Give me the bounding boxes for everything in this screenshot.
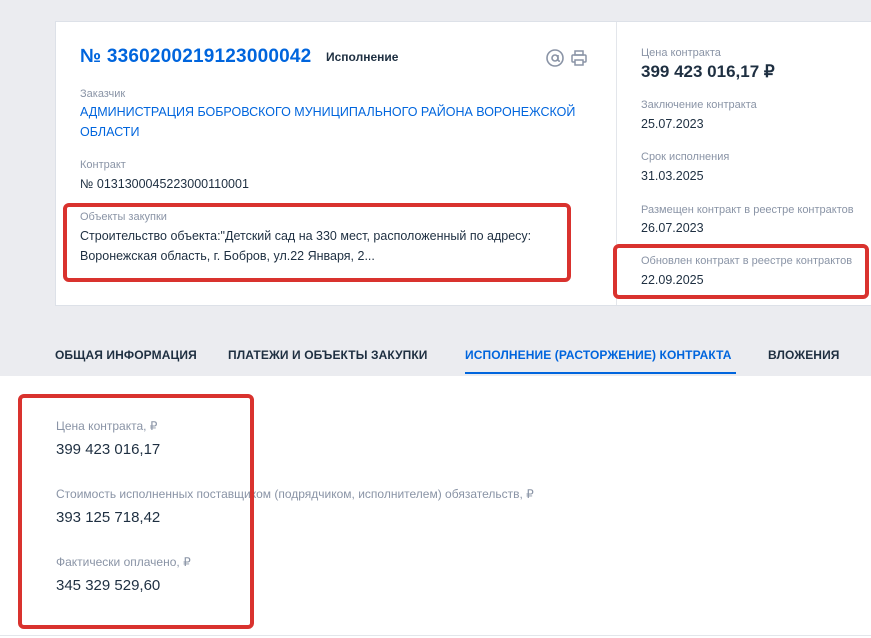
customer-link-line1[interactable]: АДМИНИСТРАЦИЯ БОБРОВСКОГО МУНИЦИПАЛЬНОГО…: [80, 102, 575, 122]
highlight-execution: [18, 394, 254, 629]
tab-execution[interactable]: ИСПОЛНЕНИЕ (РАСТОРЖЕНИЕ) КОНТРАКТА: [465, 348, 732, 362]
status-badge: Исполнение: [326, 50, 399, 64]
tab-payments-objects[interactable]: ПЛАТЕЖИ И ОБЪЕКТЫ ЗАКУПКИ: [228, 348, 428, 362]
conclusion-value: 25.07.2023: [641, 117, 704, 131]
price-label: Цена контракта: [641, 47, 721, 59]
price-value: 399 423 016,17 ₽: [641, 62, 775, 81]
divider: [0, 635, 871, 636]
tab-attachments[interactable]: ВЛОЖЕНИЯ: [768, 348, 840, 362]
tab-bar: ОБЩАЯ ИНФОРМАЦИЯ ПЛАТЕЖИ И ОБЪЕКТЫ ЗАКУП…: [0, 335, 871, 375]
posted-label: Размещен контракт в реестре контрактов: [641, 204, 854, 216]
term-value: 31.03.2025: [641, 169, 704, 183]
print-icon[interactable]: [570, 49, 588, 67]
posted-value: 26.07.2023: [641, 221, 704, 235]
active-tab-indicator: [465, 372, 736, 374]
card-actions: [546, 49, 588, 67]
contract-reg-number[interactable]: № 3360200219123000042: [80, 46, 311, 68]
highlight-objects: [63, 203, 571, 282]
customer-link-line2[interactable]: ОБЛАСТИ: [80, 122, 139, 142]
tab-general-info[interactable]: ОБЩАЯ ИНФОРМАЦИЯ: [55, 348, 197, 362]
customer-label: Заказчик: [80, 88, 126, 100]
conclusion-label: Заключение контракта: [641, 99, 757, 111]
email-icon[interactable]: [546, 49, 564, 67]
highlight-updated: [613, 244, 869, 299]
contract-value: № 0131300045223000110001: [80, 177, 249, 191]
contract-label: Контракт: [80, 159, 126, 171]
term-label: Срок исполнения: [641, 151, 730, 163]
